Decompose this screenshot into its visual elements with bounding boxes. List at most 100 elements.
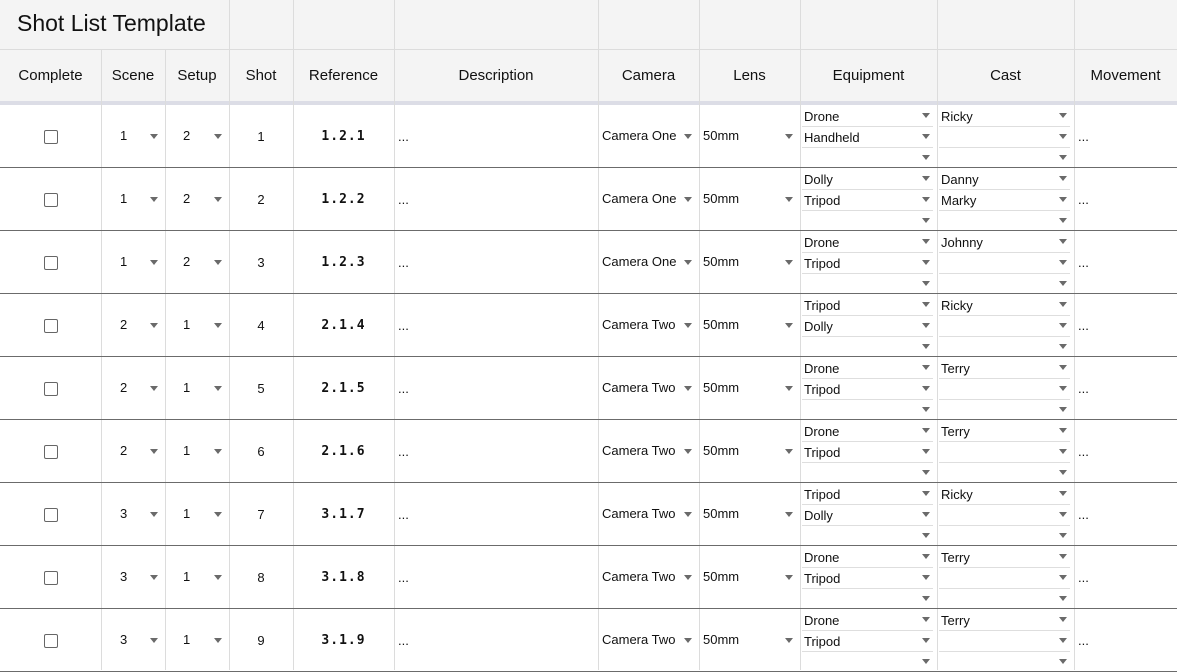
cast-dropdown[interactable] bbox=[941, 148, 1070, 168]
chevron-down-icon[interactable] bbox=[922, 260, 930, 265]
cast-dropdown[interactable] bbox=[941, 127, 1070, 147]
cast-dropdown[interactable]: Terry bbox=[941, 421, 1070, 441]
chevron-down-icon[interactable] bbox=[150, 323, 158, 328]
equipment-dropdown[interactable]: Drone bbox=[804, 106, 933, 126]
lens-dropdown[interactable]: 50mm bbox=[699, 546, 800, 609]
chevron-down-icon[interactable] bbox=[684, 575, 692, 580]
lens-dropdown[interactable]: 50mm bbox=[699, 294, 800, 357]
camera-dropdown[interactable]: Camera Two bbox=[598, 609, 699, 672]
chevron-down-icon[interactable] bbox=[922, 596, 930, 601]
description-cell[interactable]: ... bbox=[398, 357, 598, 420]
cast-dropdown[interactable]: Johnny bbox=[941, 232, 1070, 252]
chevron-down-icon[interactable] bbox=[1059, 218, 1067, 223]
movement-cell[interactable]: ... bbox=[1078, 546, 1177, 609]
cast-dropdown[interactable]: Ricky bbox=[941, 295, 1070, 315]
movement-cell[interactable]: ... bbox=[1078, 105, 1177, 168]
chevron-down-icon[interactable] bbox=[1059, 281, 1067, 286]
cast-dropdown[interactable]: Ricky bbox=[941, 106, 1070, 126]
equipment-dropdown[interactable] bbox=[804, 652, 933, 672]
chevron-down-icon[interactable] bbox=[1059, 302, 1067, 307]
chevron-down-icon[interactable] bbox=[922, 218, 930, 223]
camera-dropdown[interactable]: Camera One bbox=[598, 231, 699, 294]
cast-dropdown[interactable] bbox=[941, 505, 1070, 525]
equipment-dropdown[interactable]: Dolly bbox=[804, 169, 933, 189]
chevron-down-icon[interactable] bbox=[1059, 533, 1067, 538]
setup-dropdown[interactable]: 2 bbox=[165, 168, 229, 231]
chevron-down-icon[interactable] bbox=[214, 575, 222, 580]
cast-dropdown[interactable]: Ricky bbox=[941, 484, 1070, 504]
chevron-down-icon[interactable] bbox=[214, 323, 222, 328]
column-header-camera[interactable]: Camera bbox=[598, 50, 699, 101]
chevron-down-icon[interactable] bbox=[1059, 554, 1067, 559]
column-header-shot[interactable]: Shot bbox=[229, 50, 293, 101]
chevron-down-icon[interactable] bbox=[150, 638, 158, 643]
scene-dropdown[interactable]: 2 bbox=[101, 420, 165, 483]
setup-dropdown[interactable]: 1 bbox=[165, 420, 229, 483]
cast-dropdown[interactable]: Marky bbox=[941, 190, 1070, 210]
lens-dropdown[interactable]: 50mm bbox=[699, 231, 800, 294]
chevron-down-icon[interactable] bbox=[150, 386, 158, 391]
description-cell[interactable]: ... bbox=[398, 294, 598, 357]
equipment-dropdown[interactable]: Handheld bbox=[804, 127, 933, 147]
cast-dropdown[interactable] bbox=[941, 463, 1070, 483]
chevron-down-icon[interactable] bbox=[1059, 449, 1067, 454]
chevron-down-icon[interactable] bbox=[922, 323, 930, 328]
chevron-down-icon[interactable] bbox=[1059, 428, 1067, 433]
chevron-down-icon[interactable] bbox=[1059, 617, 1067, 622]
lens-dropdown[interactable]: 50mm bbox=[699, 105, 800, 168]
column-header-movement[interactable]: Movement bbox=[1074, 50, 1177, 101]
camera-dropdown[interactable]: Camera Two bbox=[598, 420, 699, 483]
movement-cell[interactable]: ... bbox=[1078, 420, 1177, 483]
cast-dropdown[interactable]: Danny bbox=[941, 169, 1070, 189]
chevron-down-icon[interactable] bbox=[922, 176, 930, 181]
equipment-dropdown[interactable] bbox=[804, 211, 933, 231]
camera-dropdown[interactable]: Camera Two bbox=[598, 483, 699, 546]
complete-checkbox[interactable] bbox=[43, 381, 58, 396]
chevron-down-icon[interactable] bbox=[785, 260, 793, 265]
chevron-down-icon[interactable] bbox=[684, 260, 692, 265]
equipment-dropdown[interactable]: Tripod bbox=[804, 631, 933, 651]
equipment-dropdown[interactable]: Tripod bbox=[804, 484, 933, 504]
camera-dropdown[interactable]: Camera One bbox=[598, 168, 699, 231]
chevron-down-icon[interactable] bbox=[922, 575, 930, 580]
chevron-down-icon[interactable] bbox=[922, 344, 930, 349]
equipment-dropdown[interactable]: Tripod bbox=[804, 568, 933, 588]
column-header-reference[interactable]: Reference bbox=[293, 50, 394, 101]
scene-dropdown[interactable]: 2 bbox=[101, 357, 165, 420]
equipment-dropdown[interactable] bbox=[804, 463, 933, 483]
chevron-down-icon[interactable] bbox=[1059, 323, 1067, 328]
chevron-down-icon[interactable] bbox=[785, 197, 793, 202]
chevron-down-icon[interactable] bbox=[684, 134, 692, 139]
column-header-scene[interactable]: Scene bbox=[101, 50, 165, 101]
equipment-dropdown[interactable] bbox=[804, 589, 933, 609]
chevron-down-icon[interactable] bbox=[922, 302, 930, 307]
chevron-down-icon[interactable] bbox=[1059, 176, 1067, 181]
chevron-down-icon[interactable] bbox=[922, 533, 930, 538]
complete-checkbox[interactable] bbox=[43, 129, 58, 144]
chevron-down-icon[interactable] bbox=[1059, 239, 1067, 244]
column-header-description[interactable]: Description bbox=[394, 50, 598, 101]
chevron-down-icon[interactable] bbox=[150, 512, 158, 517]
chevron-down-icon[interactable] bbox=[684, 449, 692, 454]
chevron-down-icon[interactable] bbox=[922, 155, 930, 160]
movement-cell[interactable]: ... bbox=[1078, 609, 1177, 672]
description-cell[interactable]: ... bbox=[398, 231, 598, 294]
chevron-down-icon[interactable] bbox=[150, 197, 158, 202]
chevron-down-icon[interactable] bbox=[922, 197, 930, 202]
setup-dropdown[interactable]: 1 bbox=[165, 483, 229, 546]
equipment-dropdown[interactable]: Dolly bbox=[804, 316, 933, 336]
equipment-dropdown[interactable] bbox=[804, 337, 933, 357]
chevron-down-icon[interactable] bbox=[1059, 386, 1067, 391]
chevron-down-icon[interactable] bbox=[922, 554, 930, 559]
chevron-down-icon[interactable] bbox=[922, 113, 930, 118]
scene-dropdown[interactable]: 2 bbox=[101, 294, 165, 357]
cast-dropdown[interactable] bbox=[941, 442, 1070, 462]
equipment-dropdown[interactable]: Dolly bbox=[804, 505, 933, 525]
description-cell[interactable]: ... bbox=[398, 546, 598, 609]
chevron-down-icon[interactable] bbox=[922, 617, 930, 622]
chevron-down-icon[interactable] bbox=[922, 491, 930, 496]
chevron-down-icon[interactable] bbox=[922, 386, 930, 391]
movement-cell[interactable]: ... bbox=[1078, 168, 1177, 231]
cast-dropdown[interactable] bbox=[941, 253, 1070, 273]
chevron-down-icon[interactable] bbox=[214, 134, 222, 139]
